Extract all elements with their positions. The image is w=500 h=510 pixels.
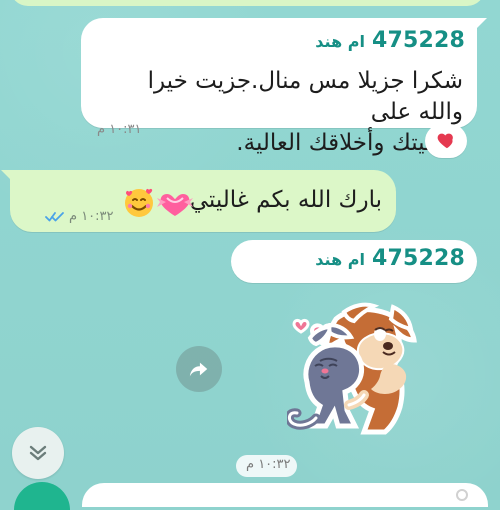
outgoing-message-bubble[interactable]: بارك الله بكم غاليتي ١٠:٣٢ م: [10, 170, 396, 232]
sender-number[interactable]: 475228: [372, 246, 465, 271]
forward-button[interactable]: [176, 346, 222, 392]
sender-name[interactable]: ام هند: [315, 32, 365, 51]
scroll-down-button[interactable]: [12, 427, 64, 479]
sender-name[interactable]: ام هند: [315, 250, 365, 269]
dog-cat-hug-sticker: [285, 302, 417, 435]
sender-number[interactable]: 475228: [372, 28, 465, 53]
sender-line: 475228 ام هند: [315, 246, 465, 271]
sender-line: 475228 ام هند: [315, 28, 465, 53]
incoming-message-bubble[interactable]: 475228 ام هند شكرا جزيلا مس منال.جزيت خي…: [81, 18, 477, 156]
message-text: بارك الله بكم غاليتي: [189, 187, 382, 213]
message-time: ١٠:٣١ م: [97, 122, 142, 137]
previous-message-bubble[interactable]: [10, 0, 485, 6]
message-text: شكرا جزيلا مس منال.جزيت خيرا والله على ح…: [147, 68, 463, 156]
incoming-sender-header-bubble[interactable]: 475228 ام هند: [231, 240, 477, 283]
heart-ribbon-icon: [157, 194, 193, 216]
heart-icon: [437, 133, 453, 149]
chevron-down-icon: [29, 445, 47, 461]
emoji-cluster: [122, 185, 198, 221]
sticker-message[interactable]: [285, 297, 425, 442]
reaction-bubble[interactable]: [425, 124, 467, 158]
message-time: ١٠:٣٢ م: [69, 209, 114, 224]
message-input-bar[interactable]: [82, 483, 488, 507]
sticker-time-pill: ١٠:٣٢ م: [236, 455, 297, 477]
sticker-time: ١٠:٣٢ م: [246, 457, 291, 472]
input-bar-icon[interactable]: [456, 489, 468, 501]
forward-icon: [189, 362, 208, 377]
double-check-icon: [45, 212, 64, 222]
